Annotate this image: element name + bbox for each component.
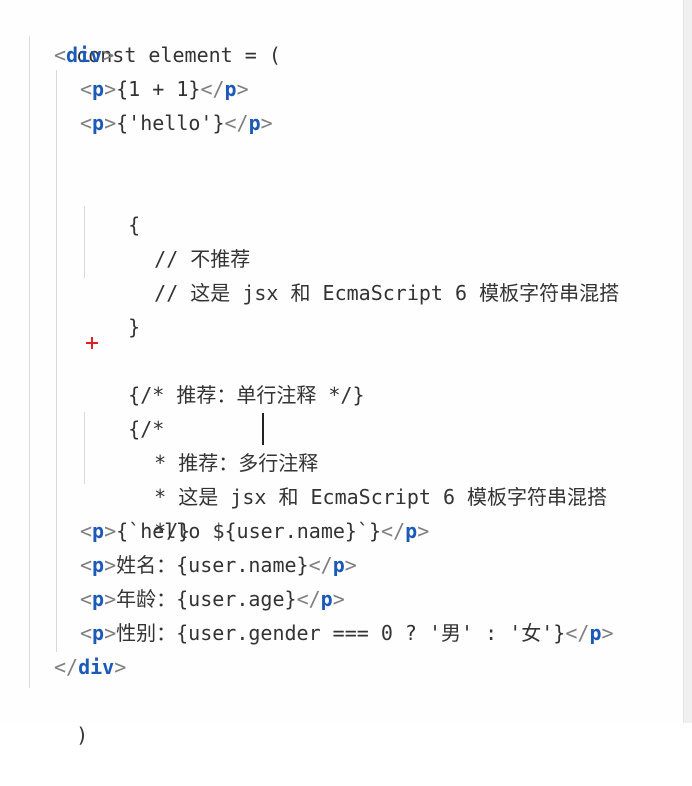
tag-bracket-open: < — [80, 621, 93, 645]
tag-name: p — [224, 77, 237, 101]
tag-bracket-close: > — [601, 621, 614, 645]
text-cursor — [262, 413, 264, 445]
tag-bracket-open: </ — [308, 553, 333, 577]
tag-bracket-open: < — [80, 553, 93, 577]
tag-name: p — [92, 587, 105, 611]
tag-name: p — [589, 621, 602, 645]
code-line-20: </div> — [54, 650, 126, 684]
tag-name: div — [78, 655, 115, 679]
tag-bracket-open: </ — [54, 655, 79, 679]
code-text: 年龄：{user.age} — [116, 587, 297, 611]
tag-name: p — [92, 77, 105, 101]
tag-name: p — [332, 553, 345, 577]
tag-bracket-close: > — [344, 553, 357, 577]
code-line-13: * 推荐：多行注释 — [106, 412, 318, 475]
code-text: ) — [76, 723, 89, 747]
tag-bracket-close: > — [104, 553, 117, 577]
tag-bracket-open: </ — [200, 77, 225, 101]
tag-bracket-open: </ — [296, 587, 321, 611]
tag-name: div — [66, 43, 103, 67]
tag-bracket-close: > — [104, 77, 117, 101]
code-editor[interactable]: const element = ( <div> <p>{1 + 1}</p> <… — [0, 0, 692, 747]
code-line-8: // 这是 jsx 和 EcmaScript 6 模板字符串混搭 — [106, 242, 619, 305]
tag-bracket-open: < — [80, 77, 93, 101]
tag-name: p — [92, 621, 105, 645]
tag-bracket-close: > — [104, 621, 117, 645]
indent-guide-1 — [29, 36, 30, 688]
code-line-7: // 不推荐 — [106, 208, 250, 271]
code-comment: // 这是 jsx 和 EcmaScript 6 模板字符串混搭 — [154, 281, 620, 305]
tag-bracket-open: < — [80, 519, 93, 543]
scrollbar-track[interactable] — [683, 0, 692, 723]
code-line-3: <p>{1 + 1}</p> — [80, 72, 249, 106]
code-line-19: <p>性别：{user.gender === 0 ? '男' : '女'}</p… — [80, 616, 614, 650]
code-line-2: <div> — [54, 38, 114, 72]
code-line-18: <p>年龄：{user.age}</p> — [80, 582, 345, 616]
code-line-21: ) — [28, 684, 88, 747]
tag-bracket-close: > — [417, 519, 430, 543]
code-text: 性别：{user.gender === 0 ? '男' : '女'} — [116, 621, 566, 645]
code-line-11: {/* 推荐：单行注释 */} — [80, 344, 364, 407]
tag-bracket-open: < — [80, 587, 93, 611]
tag-name: p — [405, 519, 418, 543]
add-cursor-marker-icon — [86, 337, 98, 349]
tag-bracket-close: > — [104, 587, 117, 611]
code-comment: * 这是 jsx 和 EcmaScript 6 模板字符串混搭 — [154, 485, 608, 509]
tag-bracket-close: > — [260, 111, 273, 135]
code-line-1: const element = ( — [28, 4, 281, 67]
code-text: {`hello ${user.name}`} — [116, 519, 382, 543]
code-line-17: <p>姓名：{user.name}</p> — [80, 548, 357, 582]
tag-bracket-open: </ — [224, 111, 249, 135]
code-line-12: {/* — [80, 378, 164, 441]
tag-bracket-open: < — [80, 111, 93, 135]
code-line-16: <p>{`hello ${user.name}`}</p> — [80, 514, 429, 548]
tag-bracket-close: > — [104, 111, 117, 135]
tag-name: p — [92, 111, 105, 135]
tag-bracket-open: </ — [381, 519, 406, 543]
tag-name: p — [92, 519, 105, 543]
tag-bracket-close: > — [236, 77, 249, 101]
code-line-9: } — [80, 276, 140, 339]
code-line-15: */} — [106, 480, 190, 543]
code-text: {1 + 1} — [116, 77, 201, 101]
tag-bracket-open: </ — [565, 621, 590, 645]
tag-name: p — [320, 587, 333, 611]
tag-bracket-close: > — [104, 519, 117, 543]
tag-bracket-close: > — [114, 655, 127, 679]
tag-bracket-close: > — [332, 587, 345, 611]
tag-bracket-close: > — [102, 43, 115, 67]
code-line-4: <p>{'hello'}</p> — [80, 106, 273, 140]
code-text: 姓名：{user.name} — [116, 553, 309, 577]
code-text: } — [128, 315, 141, 339]
indent-guide-2 — [56, 70, 57, 652]
tag-bracket-open: < — [54, 43, 67, 67]
code-text: {'hello'} — [116, 111, 225, 135]
tag-name: p — [92, 553, 105, 577]
code-line-6: { — [80, 174, 140, 237]
code-line-14: * 这是 jsx 和 EcmaScript 6 模板字符串混搭 — [106, 446, 607, 509]
tag-name: p — [248, 111, 261, 135]
